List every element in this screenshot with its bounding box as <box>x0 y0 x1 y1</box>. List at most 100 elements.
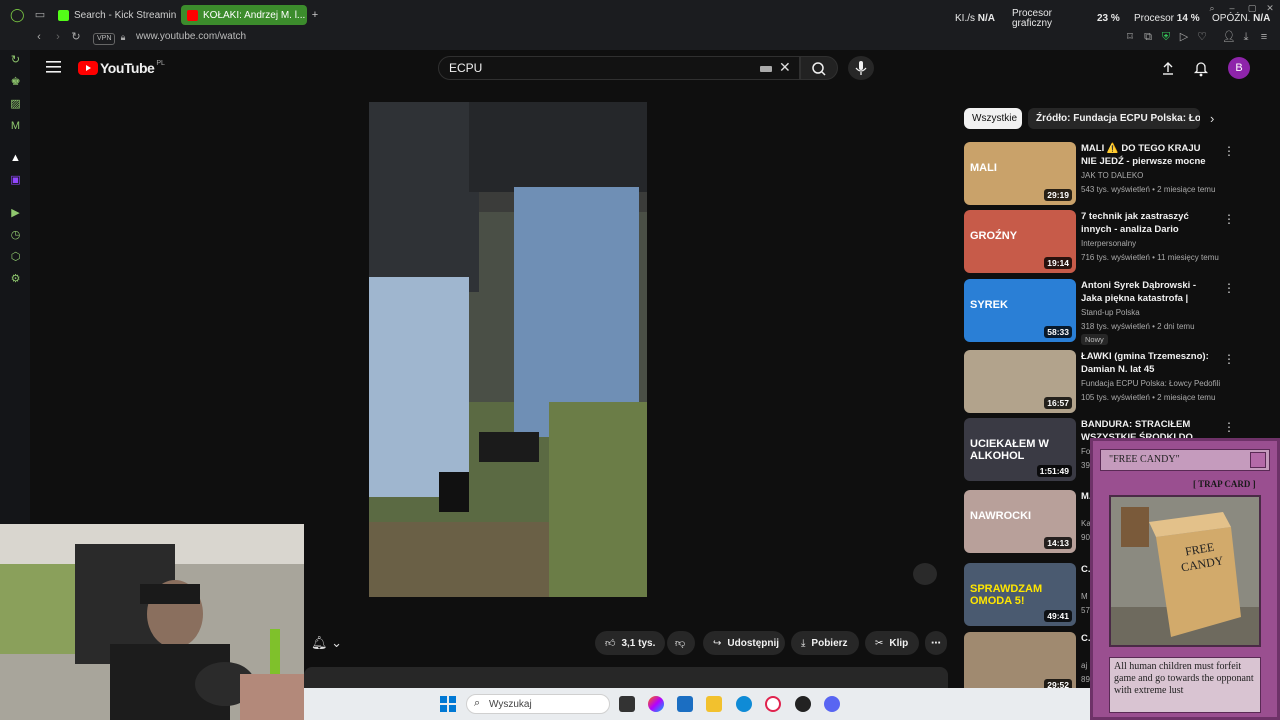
clear-search-icon[interactable]: ✕ <box>779 59 791 76</box>
player-icon[interactable]: ▷ <box>1178 31 1190 43</box>
profile-icon[interactable]: 👤︎ <box>1222 31 1236 43</box>
avatar[interactable]: B <box>1228 57 1250 79</box>
gx-m-icon[interactable]: M <box>9 120 22 133</box>
taskbar-search[interactable]: ⌕ Wyszukaj <box>466 694 610 714</box>
tab-kick[interactable]: Search - Kick Streaming <box>52 5 176 25</box>
video-thumbnail[interactable]: MALI 29:19 <box>964 142 1076 205</box>
video-title[interactable]: MALI ⚠️ DO TEGO KRAJU NIE JEDŹ - pierwsz… <box>1081 142 1211 168</box>
chips-next-icon[interactable]: › <box>1210 111 1214 126</box>
vpn-badge[interactable]: VPN <box>93 33 116 45</box>
channel-name[interactable]: Interpersonalny <box>1081 239 1136 248</box>
bell-subscribe-icon[interactable]: 🔔︎ ⌄ <box>311 635 342 651</box>
recommendation-item[interactable]: 16:57 ŁAWKI (gmina Trzemeszno): Damian N.… <box>964 350 1235 414</box>
copilot-icon[interactable] <box>648 696 664 712</box>
video-title[interactable]: ŁAWKI (gmina Trzemeszno): Damian N. lat … <box>1081 350 1211 376</box>
file-explorer-icon[interactable] <box>706 696 722 712</box>
channel-name[interactable]: Fundacja ECPU Polska: Łowcy Pedofili <box>1081 379 1220 388</box>
like-count: 3,1 tys. <box>621 637 656 649</box>
gx-control-icon[interactable]: ↻ <box>9 54 22 67</box>
video-title[interactable]: Antoni Syrek Dąbrowski - Jaka piękna kat… <box>1081 279 1211 305</box>
recommendation-item[interactable]: SYREK 58:33 Antoni Syrek Dąbrowski - Jaka … <box>964 279 1235 345</box>
more-vertical-icon[interactable]: ⋮ <box>1223 352 1235 366</box>
edge-icon[interactable] <box>736 696 752 712</box>
channel-name[interactable]: Stand-up Polska <box>1081 308 1140 317</box>
keyboard-icon[interactable] <box>760 66 772 72</box>
more-actions-button[interactable]: ⋯ <box>925 631 947 655</box>
twitch-icon[interactable]: ▣ <box>9 174 22 187</box>
url-field[interactable]: www.youtube.com/watch <box>136 31 246 42</box>
youtube-logo[interactable]: YouTube PL <box>78 60 165 76</box>
history-icon[interactable]: ◷ <box>9 229 22 242</box>
opera-gx-taskbar-icon[interactable] <box>765 696 781 712</box>
video-thumbnail[interactable]: SYREK 58:33 <box>964 279 1076 342</box>
ai-aria-icon[interactable]: ▲ <box>9 152 22 165</box>
download-button[interactable]: ⤓ Pobierz <box>791 631 859 655</box>
recommendation-item[interactable]: GROŹNY 19:14 7 technik jak zastraszyć inny… <box>964 210 1235 274</box>
windows-start-icon[interactable] <box>440 696 456 712</box>
extensions-icon[interactable]: ⬡ <box>9 251 22 264</box>
snapshot-icon[interactable]: ⧉ <box>1142 31 1154 43</box>
opera-gx-logo-icon[interactable]: ◯ <box>10 8 25 21</box>
bell-icon <box>1193 62 1209 77</box>
like-button[interactable]: 👍︎ 3,1 tys. <box>595 631 665 655</box>
dislike-button[interactable]: 👎︎ <box>667 631 695 655</box>
lock-icon[interactable]: 🔒︎ <box>117 31 129 43</box>
chip-all[interactable]: Wszystkie <box>964 108 1022 129</box>
search-tabs-icon[interactable]: ⌕ <box>1206 2 1218 14</box>
maximize-icon[interactable]: ▢ <box>1246 2 1258 14</box>
discord-icon[interactable] <box>824 696 840 712</box>
notifications-button[interactable] <box>1193 59 1209 82</box>
task-view-icon[interactable] <box>619 696 635 712</box>
settings-icon[interactable]: ⚙ <box>9 273 22 286</box>
chip-source[interactable]: Źródło: Fundacja ECPU Polska: Łowcy... <box>1028 108 1200 129</box>
thumbnail-text: MALI <box>970 162 997 174</box>
menu-icon[interactable]: ≡ <box>1258 31 1270 43</box>
video-thumbnail[interactable]: GROŹNY 19:14 <box>964 210 1076 273</box>
voice-search-button[interactable] <box>848 56 874 80</box>
video-thumbnail[interactable]: NAWROCKI 14:13 <box>964 490 1076 553</box>
new-tab-icon[interactable]: + <box>309 9 321 21</box>
channel-name[interactable]: aj <box>1081 661 1087 670</box>
share-button[interactable]: ↪ Udostępnij <box>703 631 785 655</box>
channel-name[interactable]: M <box>1081 592 1088 601</box>
description-box[interactable] <box>304 667 948 688</box>
close-window-icon[interactable]: ✕ <box>1264 2 1276 14</box>
gx-cleaner-icon[interactable]: ▨ <box>9 98 22 111</box>
back-icon[interactable]: ‹ <box>33 31 45 43</box>
channel-watermark-icon[interactable] <box>913 563 937 585</box>
search-button[interactable] <box>800 56 838 80</box>
heart-icon[interactable]: ♡ <box>1196 31 1208 43</box>
more-vertical-icon[interactable]: ⋮ <box>1223 144 1235 158</box>
card-description: All human children must forfeit game and… <box>1109 657 1261 713</box>
search-box[interactable]: ECPU ✕ <box>438 56 800 80</box>
upload-button[interactable] <box>1161 60 1175 81</box>
video-player[interactable] <box>369 102 647 597</box>
video-thumbnail[interactable]: 29:52 <box>964 632 1076 695</box>
more-vertical-icon[interactable]: ⋮ <box>1223 281 1235 295</box>
video-title[interactable]: 7 technik jak zastraszyć innych - analiz… <box>1081 210 1211 236</box>
gx-corner-icon[interactable]: ♚ <box>9 76 22 89</box>
thumbs-down-icon: 👎︎ <box>675 638 686 649</box>
channel-name[interactable]: Fo <box>1081 447 1090 456</box>
video-thumbnail[interactable]: SPRAWDZAM OMODA 5! 49:41 <box>964 563 1076 626</box>
download-icon[interactable]: ⤓ <box>1240 31 1252 43</box>
more-vertical-icon[interactable]: ⋮ <box>1223 212 1235 226</box>
store-icon[interactable] <box>677 696 693 712</box>
shield-icon[interactable]: ⛨ <box>1160 31 1172 43</box>
app-taskbar-icon[interactable] <box>795 696 811 712</box>
tab-youtube[interactable]: KOŁAKI: Andrzej M. l... <box>181 5 307 25</box>
forward-icon[interactable]: › <box>52 31 64 43</box>
channel-name[interactable]: JAK TO DALEKO <box>1081 171 1143 180</box>
tab-menu-icon[interactable]: ▭ <box>34 9 46 21</box>
recommendation-item[interactable]: MALI 29:19 MALI ⚠️ DO TEGO KRAJU NIE JEDŹ … <box>964 142 1235 206</box>
more-vertical-icon[interactable]: ⋮ <box>1223 420 1235 434</box>
bookmark-icon[interactable]: ⌑ <box>1124 31 1136 43</box>
player-sidebar-icon[interactable]: ▶ <box>9 207 22 220</box>
video-thumbnail[interactable]: UCIEKAŁEM W ALKOHOL 1:51:49 <box>964 418 1076 481</box>
video-thumbnail[interactable]: 16:57 <box>964 350 1076 413</box>
search-input[interactable]: ECPU <box>449 61 482 75</box>
clip-button[interactable]: ✂ Klip <box>865 631 919 655</box>
hamburger-menu-icon[interactable] <box>46 60 62 74</box>
reload-icon[interactable]: ↻ <box>70 31 82 43</box>
minimize-icon[interactable]: – <box>1226 2 1238 14</box>
